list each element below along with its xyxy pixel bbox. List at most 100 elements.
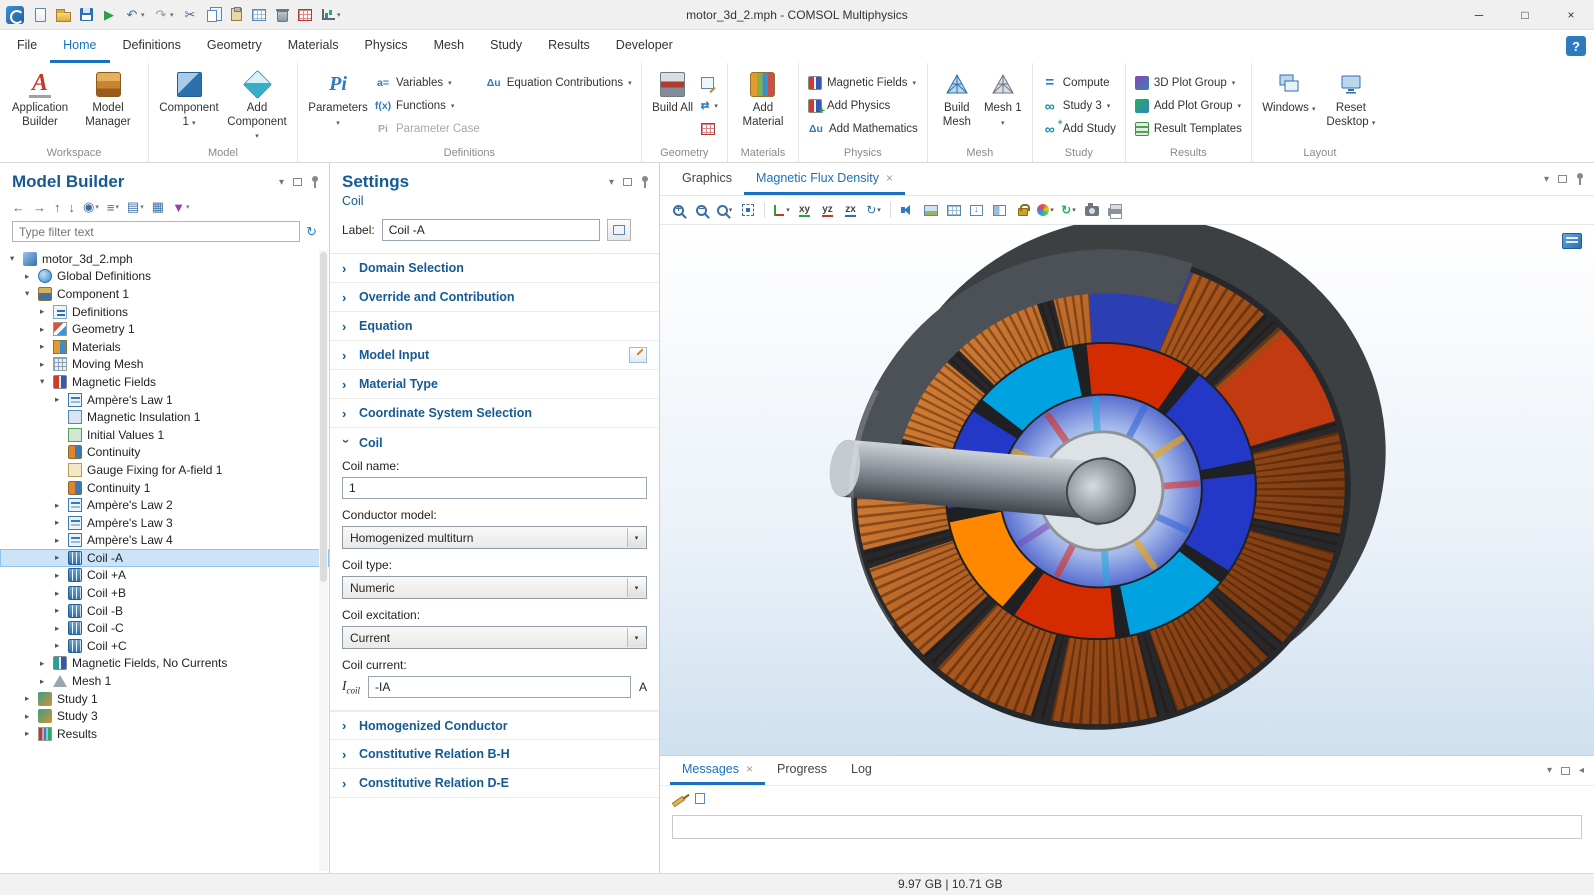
tree-item-magnetic-insulation-1[interactable]: Magnetic Insulation 1 — [0, 408, 329, 426]
lock-axes-button[interactable] — [1012, 199, 1033, 221]
toolbar-overflow-icon[interactable]: ▾ — [337, 11, 345, 19]
chevron-collapsed-icon[interactable]: ▸ — [55, 605, 68, 616]
label-input[interactable] — [382, 219, 600, 241]
pin-icon[interactable] — [311, 176, 319, 189]
edit-geometry-button[interactable] — [701, 73, 718, 92]
chevron-collapsed-icon[interactable]: ▸ — [25, 728, 38, 739]
messages-field[interactable] — [672, 815, 1582, 839]
sound-button[interactable] — [897, 199, 918, 221]
plot-button[interactable] — [317, 4, 339, 26]
scene-rotate-button[interactable]: ↻▾ — [863, 199, 884, 221]
mesh-1-button[interactable]: Mesh 1 ▾ — [983, 70, 1023, 129]
chevron-collapsed-icon[interactable]: ▸ — [40, 306, 53, 317]
panel-float-icon[interactable] — [1561, 767, 1570, 775]
tab-home[interactable]: Home — [50, 30, 109, 63]
panel-float-icon[interactable] — [1558, 175, 1567, 183]
tree-item-geometry-1[interactable]: ▸Geometry 1 — [0, 320, 329, 338]
add-material-button[interactable]: Add Material — [737, 70, 789, 129]
tree-item-coil-plus-b[interactable]: ▸Coil +B — [0, 584, 329, 602]
tree-scrollbar-thumb[interactable] — [320, 252, 327, 582]
minimize-button[interactable]: ─ — [1456, 0, 1502, 29]
tree-item-amperes-law-4[interactable]: ▸Ampère's Law 4 — [0, 532, 329, 550]
tree-item-coil-minus-a[interactable]: ▸Coil -A — [0, 549, 329, 567]
model-manager-button[interactable]: Model Manager — [77, 70, 139, 129]
pin-icon[interactable] — [641, 176, 649, 189]
undo-dropdown-icon[interactable]: ▾ — [141, 11, 149, 19]
tree-item-root[interactable]: ▾motor_3d_2.mph — [0, 250, 329, 268]
conductor-model-select[interactable]: Homogenized multiturn ▾ — [342, 526, 647, 549]
tree-item-amperes-law-2[interactable]: ▸Ampère's Law 2 — [0, 496, 329, 514]
back-button[interactable]: ← — [12, 200, 25, 215]
chevron-collapsed-icon[interactable]: ▸ — [40, 658, 53, 669]
section-equation[interactable]: ›Equation — [330, 312, 659, 341]
tree-item-gauge-fixing[interactable]: Gauge Fixing for A-field 1 — [0, 461, 329, 479]
chevron-collapsed-icon[interactable]: ▸ — [55, 500, 68, 511]
chevron-collapsed-icon[interactable]: ▸ — [55, 640, 68, 651]
tree-item-continuity[interactable]: Continuity — [0, 444, 329, 462]
add-plot-group-button[interactable]: Add Plot Group▾ — [1135, 96, 1242, 115]
group-nodes-button[interactable]: ▤▾ — [127, 199, 144, 215]
chevron-collapsed-icon[interactable]: ▸ — [55, 623, 68, 634]
tree-item-amperes-law-3[interactable]: ▸Ampère's Law 3 — [0, 514, 329, 532]
tab-developer[interactable]: Developer — [603, 30, 686, 63]
parameters-button[interactable]: Pi Parameters ▾ — [307, 70, 369, 129]
tree-item-coil-plus-a[interactable]: ▸Coil +A — [0, 567, 329, 585]
measure-button[interactable] — [701, 119, 718, 138]
image-button[interactable] — [920, 199, 941, 221]
tree-item-coil-minus-b[interactable]: ▸Coil -B — [0, 602, 329, 620]
zoom-box-button[interactable]: ▾ — [714, 199, 735, 221]
add-physics-button[interactable]: Add Physics — [808, 96, 918, 115]
chevron-collapsed-icon[interactable]: ▸ — [55, 517, 68, 528]
chevron-collapsed-icon[interactable]: ▸ — [40, 676, 53, 687]
view-zx-button[interactable]: zx — [840, 199, 861, 221]
tab-materials[interactable]: Materials — [275, 30, 352, 63]
tree-item-global-definitions[interactable]: ▸Global Definitions — [0, 268, 329, 286]
chevron-collapsed-icon[interactable]: ▸ — [55, 394, 68, 405]
functions-button[interactable]: f(x) Functions▾ — [375, 96, 480, 115]
section-coordinate-system-selection[interactable]: ›Coordinate System Selection — [330, 399, 659, 428]
forward-button[interactable]: → — [33, 200, 46, 215]
tree-item-amperes-law-1[interactable]: ▸Ampère's Law 1 — [0, 391, 329, 409]
coil-excitation-select[interactable]: Current ▾ — [342, 626, 647, 649]
help-button[interactable]: ? — [1566, 36, 1586, 56]
tree-filter-input[interactable] — [12, 221, 300, 242]
coil-type-select[interactable]: Numeric ▾ — [342, 576, 647, 599]
tree-item-definitions[interactable]: ▸Definitions — [0, 303, 329, 321]
parameter-case-button[interactable]: Pi Parameter Case — [375, 119, 480, 138]
variables-button[interactable]: a= Variables▾ — [375, 73, 480, 92]
collapse-left-icon[interactable]: ◂ — [1579, 765, 1584, 776]
tree-item-initial-values-1[interactable]: Initial Values 1 — [0, 426, 329, 444]
chevron-collapsed-icon[interactable]: ▸ — [40, 359, 53, 370]
copy-button[interactable] — [202, 4, 224, 26]
chevron-collapsed-icon[interactable]: ▸ — [55, 588, 68, 599]
3d-plot-group-button[interactable]: 3D Plot Group▾ — [1135, 73, 1242, 92]
chevron-collapsed-icon[interactable]: ▸ — [55, 552, 68, 563]
clear-messages-button[interactable] — [672, 793, 685, 807]
zoom-in-button[interactable]: + — [668, 199, 689, 221]
magnetic-fields-button[interactable]: Magnetic Fields▾ — [808, 73, 918, 92]
plot-settings-icon[interactable] — [1562, 233, 1582, 249]
reset-desktop-button[interactable]: Reset Desktop ▾ — [1323, 70, 1379, 129]
cut-button[interactable]: ✂ — [179, 4, 201, 26]
zoom-extents-button[interactable] — [737, 199, 758, 221]
delete-button[interactable] — [271, 4, 293, 26]
pin-icon[interactable] — [1576, 173, 1584, 186]
application-builder-button[interactable]: A Application Builder — [9, 70, 71, 129]
tree-item-component-1[interactable]: ▾Component 1 — [0, 285, 329, 303]
panel-float-icon[interactable] — [293, 178, 302, 186]
windows-button[interactable]: Windows ▾ — [1261, 70, 1317, 116]
tree-item-coil-minus-c[interactable]: ▸Coil -C — [0, 619, 329, 637]
appearance-button[interactable]: ▾ — [1035, 199, 1056, 221]
model-input-edit-icon[interactable] — [629, 347, 647, 363]
tree-item-magnetic-fields[interactable]: ▾Magnetic Fields — [0, 373, 329, 391]
panel-collapse-icon[interactable]: ▾ — [609, 177, 614, 188]
coil-current-input[interactable] — [368, 676, 631, 698]
graphics-canvas[interactable] — [660, 225, 1594, 755]
chevron-expanded-icon[interactable]: ▾ — [10, 253, 23, 264]
tab-magnetic-flux-density[interactable]: Magnetic Flux Density× — [744, 163, 905, 195]
section-coil[interactable]: ›Coil — [330, 428, 659, 457]
update-button[interactable]: ↻▾ — [1058, 199, 1079, 221]
equation-contributions-button[interactable]: Δu Equation Contributions▾ — [486, 73, 632, 92]
cad-sync-button[interactable]: ⇄▾ — [701, 96, 718, 115]
node-filter-button[interactable]: ▼▾ — [172, 200, 189, 215]
